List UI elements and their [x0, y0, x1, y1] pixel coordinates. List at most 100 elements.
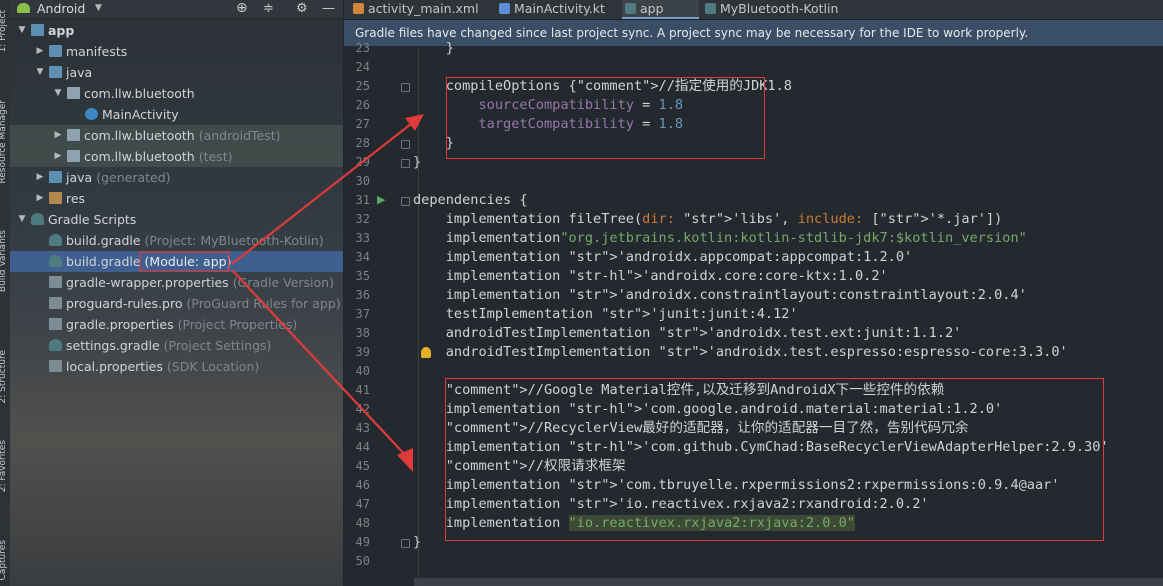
tree-item[interactable]: gradle.properties (Project Properties) [10, 314, 343, 335]
tree-item[interactable]: gradle-wrapper.properties (Gradle Version… [10, 272, 343, 293]
tree-item-label: manifests [66, 41, 127, 62]
tree-item-label: proguard-rules.pro (ProGuard Rules for ap… [66, 293, 341, 314]
tree-item-label: app [48, 20, 74, 41]
tree-item[interactable]: ▶ java (generated) [10, 167, 343, 188]
collapse-all-icon[interactable]: ≑ [263, 0, 274, 17]
tree-item-hint: (Project: MyBluetooth-Kotlin) [144, 233, 324, 248]
chevron-down-icon[interactable]: ▼ [17, 20, 27, 41]
tree-item[interactable]: ▼ com.llw.bluetooth [10, 83, 343, 104]
code-line: implementation "str">'androidx.constrain… [413, 287, 1027, 303]
run-gutter-icon[interactable]: ▶ [377, 190, 385, 209]
file-icon [49, 297, 62, 309]
code-line: } [413, 40, 454, 56]
folder-icon [49, 66, 62, 78]
fold-marker-icon[interactable] [401, 197, 410, 206]
view-mode-select[interactable]: Android [37, 0, 85, 17]
chevron-right-icon[interactable]: ▶ [53, 125, 63, 146]
package-icon [67, 150, 80, 162]
tree-item[interactable]: settings.gradle (Project Settings) [10, 335, 343, 356]
tree-item-label: MainActivity [102, 104, 179, 125]
tree-item-name: Gradle Scripts [48, 212, 137, 227]
tree-item[interactable]: ▶ res [10, 188, 343, 209]
added-dependencies-highlight-box [445, 378, 1104, 541]
code-area[interactable]: } compileOptions {"comment">//指定使用的JDK1.… [344, 40, 1163, 586]
tree-item-name: manifests [66, 44, 128, 59]
properties-icon [49, 318, 62, 330]
tab-mainactivity-kt[interactable]: MainActivity.kt [496, 0, 619, 19]
tree-item[interactable]: ▶ com.llw.bluetooth (androidTest) [10, 125, 343, 146]
properties-icon [49, 276, 62, 288]
tree-item[interactable]: ▼ java [10, 62, 343, 83]
tree-item-hint: (ProGuard Rules for app) [186, 296, 341, 311]
tab-label: MyBluetooth-Kotlin [720, 1, 839, 16]
tree-item-label: Gradle Scripts [48, 209, 136, 230]
horizontal-scrollbar[interactable] [414, 578, 1163, 586]
chevron-right-icon[interactable]: ▶ [53, 146, 63, 167]
tree-item[interactable]: ▶ manifests [10, 41, 343, 62]
fold-marker-icon[interactable] [401, 83, 410, 92]
chevron-right-icon[interactable]: ▶ [35, 41, 45, 62]
tree-item[interactable]: local.properties (SDK Location) [10, 356, 343, 377]
kotlin-file-icon [499, 3, 510, 14]
fold-marker-icon[interactable] [401, 539, 410, 548]
code-line: androidTestImplementation "str">'android… [413, 325, 962, 341]
chevron-down-icon[interactable]: ▼ [53, 83, 63, 104]
tree-item-label: gradle-wrapper.properties (Gradle Version… [66, 272, 334, 293]
tree-item[interactable]: ▼ app [10, 20, 343, 41]
code-line: } [413, 154, 422, 170]
code-line: } [413, 534, 422, 550]
gradle-icon [625, 3, 636, 14]
tree-item[interactable]: MainActivity [10, 104, 343, 125]
chevron-down-icon[interactable]: ▼ [35, 62, 45, 83]
tree-item-name: proguard-rules.pro [66, 296, 183, 311]
gear-icon[interactable]: ⚙ [296, 0, 308, 17]
project-panel-header: Android ▼ ⊕ ≑ ⚙ — [10, 0, 343, 19]
tree-item[interactable]: build.gradle (Module: app) [10, 251, 343, 272]
fold-marker-icon[interactable] [401, 159, 410, 168]
code-line: dependencies { [413, 192, 528, 208]
chevron-right-icon[interactable]: ▶ [35, 188, 45, 209]
lightbulb-icon[interactable] [421, 347, 431, 358]
package-icon [67, 129, 80, 141]
android-icon [17, 3, 30, 13]
tree-item-name: java [66, 170, 93, 185]
tree-item-name: gradle.properties [66, 317, 174, 332]
folder-icon [49, 45, 62, 57]
chevron-down-icon[interactable]: ▼ [17, 209, 27, 230]
tree-item-label: java (generated) [66, 167, 171, 188]
project-panel: Android ▼ ⊕ ≑ ⚙ — ▼ app ▶ manifests ▼ java ▼ co… [10, 0, 343, 586]
code-line: implementation fileTree(dir: "str">'libs… [413, 211, 1003, 227]
tree-item-hint: (generated) [96, 170, 171, 185]
tab-activity-main-xml[interactable]: activity_main.xml [350, 0, 493, 19]
tree-item-label: settings.gradle (Project Settings) [66, 335, 271, 356]
tree-item-label: build.gradle (Project: MyBluetooth-Kotlin… [66, 230, 324, 251]
tree-item-hint: (androidTest) [198, 128, 281, 143]
tree-item-label: com.llw.bluetooth [84, 83, 195, 104]
gradle-icon [49, 234, 62, 246]
tree-item-name: com.llw.bluetooth [84, 149, 195, 164]
tree-item[interactable]: ▼ Gradle Scripts [10, 209, 343, 230]
folder-icon [31, 24, 44, 36]
locate-icon[interactable]: ⊕ [236, 0, 248, 17]
tree-item-name: com.llw.bluetooth [84, 86, 195, 101]
folder-icon [49, 171, 62, 183]
gradle-icon [49, 255, 62, 267]
tab-app[interactable]: app [622, 0, 699, 19]
chevron-down-icon[interactable]: ▼ [95, 0, 102, 17]
chevron-right-icon[interactable]: ▶ [35, 167, 45, 188]
tree-item-hint: (Module: app) [144, 254, 232, 269]
tab-mybluetooth-kotlin[interactable]: MyBluetooth-Kotlin [702, 0, 885, 19]
tree-item-label: com.llw.bluetooth (androidTest) [84, 125, 281, 146]
fold-marker-icon[interactable] [401, 140, 410, 149]
tree-item-label: local.properties (SDK Location) [66, 356, 259, 377]
package-icon [67, 87, 80, 99]
tree-item-hint: (Project Properties) [177, 317, 298, 332]
gradle-sync-banner: Gradle files have changed since last pro… [344, 20, 1163, 46]
tab-label: activity_main.xml [368, 1, 479, 16]
tree-item-name: MainActivity [102, 107, 179, 122]
tab-label: MainActivity.kt [514, 1, 605, 16]
tree-item[interactable]: ▶ com.llw.bluetooth (test) [10, 146, 343, 167]
tree-item[interactable]: build.gradle (Project: MyBluetooth-Kotlin… [10, 230, 343, 251]
minimize-icon[interactable]: — [322, 0, 335, 17]
tree-item[interactable]: proguard-rules.pro (ProGuard Rules for ap… [10, 293, 343, 314]
